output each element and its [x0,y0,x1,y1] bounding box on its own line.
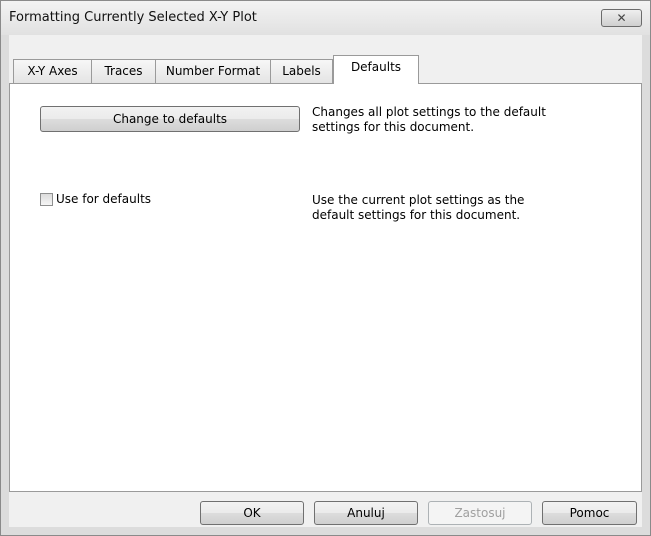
close-icon: ✕ [616,11,627,25]
dialog-client-area: X-Y Axes Traces Number Format Labels Def… [9,35,642,527]
cancel-button[interactable]: Anuluj [314,501,418,525]
use-for-defaults-row[interactable]: Use for defaults [40,192,151,206]
ok-button[interactable]: OK [200,501,304,525]
title-bar[interactable]: Formatting Currently Selected X-Y Plot ✕ [1,1,650,35]
close-button[interactable]: ✕ [601,9,642,27]
dialog-window: Formatting Currently Selected X-Y Plot ✕… [0,0,651,536]
change-to-defaults-button[interactable]: Change to defaults [40,106,300,132]
defaults-panel: Change to defaults Changes all plot sett… [9,83,642,492]
tab-traces[interactable]: Traces [91,59,156,83]
window-title: Formatting Currently Selected X-Y Plot [9,10,257,25]
use-defaults-description: Use the current plot settings as the def… [312,193,525,222]
tab-defaults[interactable]: Defaults [333,55,419,84]
apply-button[interactable]: Zastosuj [428,501,532,525]
tab-labels[interactable]: Labels [270,59,333,83]
use-for-defaults-label[interactable]: Use for defaults [56,192,151,206]
use-for-defaults-checkbox[interactable] [40,192,53,206]
tab-number-format[interactable]: Number Format [155,59,271,83]
tab-xy-axes[interactable]: X-Y Axes [13,59,92,83]
help-button[interactable]: Pomoc [542,501,637,525]
tab-strip: X-Y Axes Traces Number Format Labels Def… [9,35,642,89]
change-defaults-description: Changes all plot settings to the default… [312,105,546,134]
